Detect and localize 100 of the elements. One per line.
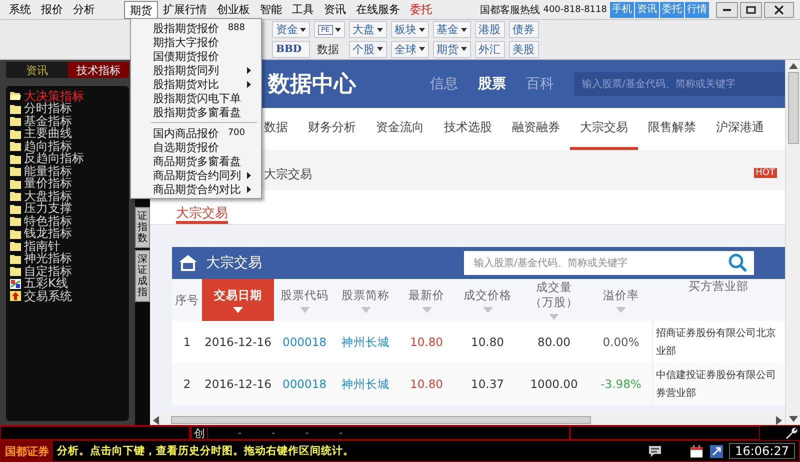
stock-name-link[interactable]: 神州长城 [335,363,396,405]
share-icon[interactable] [710,444,724,458]
close-button[interactable] [764,2,794,18]
nav-tab[interactable]: 沪深港通 [706,108,774,150]
stock-code-link[interactable]: 000018 [274,321,335,363]
column-header[interactable]: 溢价率 [590,279,652,321]
menu-item[interactable]: 期货 [124,0,158,18]
scrollbar-thumb[interactable] [788,72,798,144]
minimize-button[interactable] [716,2,738,18]
menu-item[interactable]: 股指期货对比 [131,77,261,91]
stock-code-link[interactable]: 000018 [274,363,335,405]
folder-icon [10,204,21,214]
caret-icon [300,28,306,32]
indicator-item[interactable]: 五彩K线 [10,278,125,290]
nav-tab[interactable]: 融资融券 [502,108,570,150]
toolbar-button[interactable]: 港股 [474,21,505,38]
panel-tab[interactable]: 技术指标 [68,62,129,78]
indicator-item[interactable]: 交易系统 [10,290,125,302]
calendar-icon[interactable] [690,444,704,458]
toolbar-button[interactable]: 个股 [348,40,387,58]
nav-link[interactable]: 股票 [470,75,514,93]
ticker-value: - [305,428,309,438]
vertical-scrollbar[interactable] [785,60,800,425]
menu-item[interactable]: 在线服务 [351,0,405,18]
column-header[interactable]: 最新价 [396,279,457,321]
search-button[interactable] [722,251,754,275]
indicator-item[interactable]: 大决策指标 [10,90,125,102]
toolbar-button[interactable]: 基金 [432,21,471,38]
column-header[interactable]: 成交价格 [457,279,518,321]
folder-icon [10,228,21,239]
menu-item[interactable]: 国债期货报价 [131,49,261,63]
column-header[interactable]: 序号 [172,279,202,321]
indicator-item[interactable]: 分时指标 [10,102,125,115]
menu-item[interactable]: 股指期货闪电下单 [131,91,261,105]
vertical-tab[interactable]: 证指数 [135,207,150,248]
toolbar-button[interactable]: 板块 [390,21,429,38]
nav-tab[interactable]: 财务分析 [298,108,366,150]
indicator-item[interactable]: 特色指标 [10,215,125,228]
toolbar-button[interactable]: 大盘 [348,21,387,38]
scroll-right-icon[interactable] [776,416,782,424]
column-header[interactable]: 股票代码 [274,279,335,321]
vertical-tab[interactable]: 深证成指 [135,250,150,302]
toolbar-button[interactable]: 美股 [508,40,539,58]
nav-tab[interactable]: 限售解禁 [638,108,706,150]
stock-name-link[interactable]: 神州长城 [335,321,396,363]
column-header[interactable]: 交易日期 [202,279,274,321]
panel-title: 大宗交易 [206,254,263,272]
horizontal-scrollbar[interactable] [150,415,785,425]
nav-tab[interactable]: 资金流向 [366,108,434,150]
toolbar-button[interactable]: 期货 [432,40,471,58]
menu-item[interactable]: 商品期货合约同列 [131,168,261,182]
indicator-item[interactable]: 能量指标 [10,165,125,178]
menu-item[interactable]: 扩展行情 [158,0,212,18]
column-header[interactable]: 成交量（万股） [518,279,590,321]
menu-item[interactable]: 分析 [68,0,100,18]
search-field[interactable]: 输入股票/基金代码、简称或关键字 [574,72,785,96]
menu-item[interactable]: 委托 [405,0,437,18]
menu-item[interactable]: 工具 [287,0,319,18]
panel-tab[interactable]: 资讯 [6,62,68,78]
table-cell-text: 10.80 [409,334,444,351]
indicator-item[interactable]: 压力支撑 [10,202,125,215]
indicator-item[interactable]: 钱龙指标 [10,228,125,240]
search-field[interactable]: 输入股票/基金代码、简称或关键字 [464,251,722,275]
column-header[interactable]: 股票简称 [335,279,396,321]
folder-icon [10,116,21,126]
nav-tab[interactable]: 技术选股 [434,108,502,150]
menu-item[interactable]: 股指期货同列 [131,63,261,77]
scroll-up-icon[interactable] [788,63,798,69]
folder-icon [10,266,21,276]
menu-item[interactable]: 智能 [255,0,287,18]
menu-item[interactable]: 创业板 [212,0,255,18]
maximize-button[interactable] [740,2,762,18]
indicator-item[interactable]: 神光指标 [10,252,125,265]
menu-item[interactable]: 系统 [4,0,36,18]
menu-item[interactable]: 股指期货报价 888 [131,21,261,35]
indicator-item[interactable]: 大盘指标 [10,190,125,202]
menu-item[interactable]: 报价 [36,0,68,18]
toolbar-button[interactable]: 外汇 [474,40,505,58]
menu-item[interactable]: 资讯 [319,0,351,18]
toolbar-button[interactable]: 全球 [390,40,429,58]
menu-item[interactable]: 期指大字报价 [131,35,261,49]
indicator-item[interactable]: 趋向指标 [10,140,125,152]
toolbar-button[interactable]: 数据 [314,40,345,58]
indicator-item[interactable]: 主要曲线 [10,128,125,140]
sort-arrow-icon [482,306,492,312]
wrench-icon[interactable] [784,426,798,440]
indicator-item[interactable]: 指南针 [10,240,125,252]
scroll-left-icon[interactable] [153,416,159,424]
indicator-item[interactable]: 反趋向指标 [10,152,125,165]
indicator-item[interactable]: 量价指标 [10,178,125,190]
scroll-down-icon[interactable] [788,416,798,422]
toolbar-button[interactable]: 资金 [272,21,310,38]
toolbar-button[interactable]: BBD [272,40,310,58]
toolbar-button[interactable]: 债券 [508,21,539,38]
chat-icon[interactable] [648,444,662,458]
column-header[interactable]: 买方营业部 [652,279,785,321]
menu-item[interactable]: 商品期货多窗看盘 [131,154,261,168]
scrollbar-thumb[interactable] [171,416,591,424]
indicator-item[interactable]: 自定指标 [10,265,125,278]
indicator-item[interactable]: 基金指标 [10,115,125,128]
